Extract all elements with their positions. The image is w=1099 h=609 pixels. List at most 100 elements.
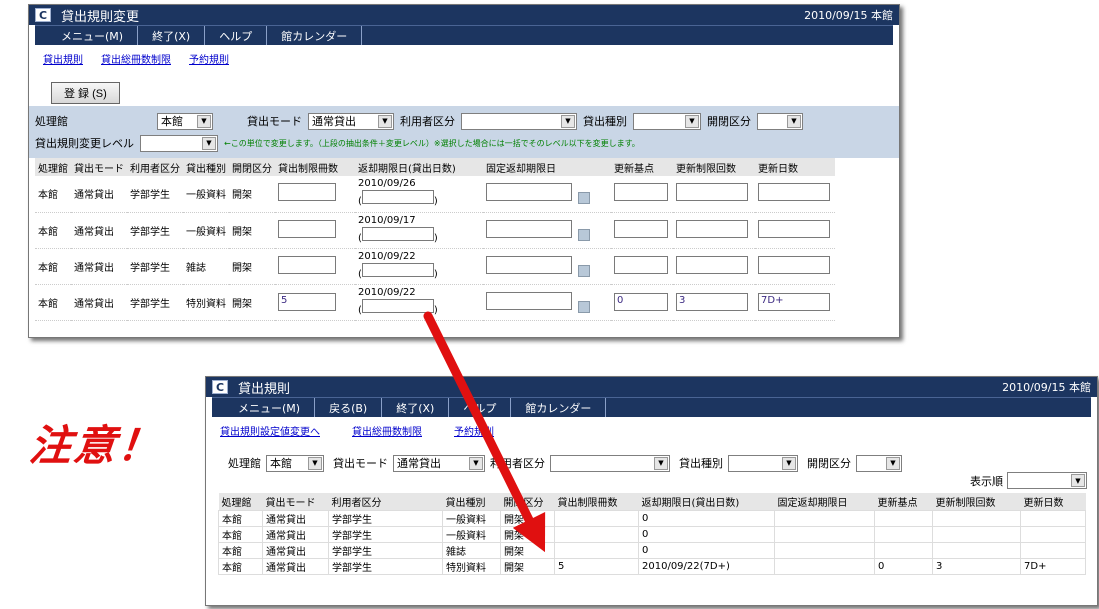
- table-row: 本館 通常貸出 学部学生 一般資料 開架 2010/09/17(): [35, 212, 835, 249]
- due-date: 2010/09/26: [358, 178, 416, 190]
- days-input[interactable]: [361, 262, 434, 277]
- cell-base: [874, 510, 933, 527]
- cell-user: 学部学生: [127, 248, 183, 285]
- days-input[interactable]: [361, 190, 434, 205]
- menu-item-menu[interactable]: メニュー(M): [224, 398, 316, 417]
- due-date: 2010/09/22: [358, 286, 416, 298]
- user-select[interactable]: ▼: [550, 454, 670, 472]
- fixed-date-input[interactable]: [486, 219, 572, 238]
- cell-limit: 5: [554, 558, 639, 575]
- menu-item-calendar[interactable]: 館カレンダー: [511, 398, 607, 417]
- chevron-down-icon: ▼: [378, 114, 392, 128]
- limit-input[interactable]: 5: [278, 293, 336, 311]
- link-edit-settings[interactable]: 貸出規則設定値変更へ: [220, 423, 320, 438]
- col-header: 貸出モード: [262, 493, 329, 511]
- cell-type: 雑誌: [442, 542, 501, 559]
- level-select[interactable]: ▼: [140, 134, 218, 152]
- cell-limit: [554, 542, 639, 559]
- col-header: 利用者区分: [328, 493, 443, 511]
- fixed-date-input[interactable]: [486, 183, 572, 202]
- proc-select[interactable]: 本館 ▼: [266, 454, 324, 472]
- menu-item-exit[interactable]: 終了(X): [138, 26, 206, 45]
- col-header: 貸出種別: [183, 158, 229, 176]
- cell-times: [932, 510, 1021, 527]
- menu-item-menu[interactable]: メニュー(M): [47, 26, 139, 45]
- base-input[interactable]: [614, 219, 668, 238]
- cell-user: 学部学生: [127, 284, 183, 321]
- days-count-input[interactable]: [758, 219, 830, 238]
- level-label: 貸出規則変更レベル: [35, 137, 134, 150]
- cell-limit: [554, 526, 639, 543]
- limit-input[interactable]: [278, 219, 336, 238]
- link-reserve-rules[interactable]: 予約規則: [454, 423, 494, 438]
- cell-shelf: 開架: [500, 510, 555, 527]
- menu-item-help[interactable]: ヘルプ: [205, 26, 268, 45]
- link-reserve-rules[interactable]: 予約規則: [189, 51, 229, 66]
- menu-item-exit[interactable]: 終了(X): [382, 398, 450, 417]
- cell-lib: 本館: [218, 510, 263, 527]
- table-row[interactable]: 本館 通常貸出 学部学生 一般資料 開架 0: [218, 526, 1086, 543]
- order-select[interactable]: ▼: [1007, 472, 1087, 489]
- times-input[interactable]: [676, 183, 748, 202]
- edit-table: 処理館 貸出モード 利用者区分 貸出種別 開閉区分 貸出制限冊数 返却期限日(貸…: [35, 158, 835, 321]
- type-label: 貸出種別: [679, 457, 723, 470]
- days-input[interactable]: [361, 226, 434, 241]
- calendar-icon[interactable]: [578, 264, 590, 277]
- fixed-date-input[interactable]: [486, 291, 572, 310]
- table-header-row: 処理館 貸出モード 利用者区分 貸出種別 開閉区分 貸出制限冊数 返却期限日(貸…: [218, 493, 1086, 511]
- base-input[interactable]: [614, 255, 668, 274]
- times-input[interactable]: 3: [676, 293, 748, 311]
- menu-item-help[interactable]: ヘルプ: [449, 398, 512, 417]
- cell-type: 雑誌: [183, 248, 229, 285]
- calendar-icon[interactable]: [578, 192, 590, 205]
- app-logo-icon: C: [212, 380, 228, 394]
- mode-select[interactable]: 通常貸出 ▼: [308, 112, 394, 130]
- filter-panel: 処理館 本館 ▼ 貸出モード 通常貸出 ▼ 利用者区分 ▼ 貸出種別 ▼ 開閉区分 …: [29, 106, 899, 158]
- days-count-input[interactable]: [758, 183, 830, 202]
- times-input[interactable]: [676, 219, 748, 238]
- menu-item-calendar[interactable]: 館カレンダー: [267, 26, 363, 45]
- cell-shelf: 開架: [500, 542, 555, 559]
- chevron-down-icon: ▼: [886, 456, 900, 470]
- table-row[interactable]: 本館 通常貸出 学部学生 一般資料 開架 0: [218, 510, 1086, 527]
- menu-item-back[interactable]: 戻る(B): [315, 398, 383, 417]
- chevron-down-icon: ▼: [202, 136, 216, 150]
- due-date: 2010/09/22: [358, 250, 416, 262]
- col-header: 処理館: [218, 493, 263, 511]
- link-loan-rules[interactable]: 貸出規則: [43, 51, 83, 66]
- type-select[interactable]: ▼: [633, 112, 701, 130]
- calendar-icon[interactable]: [578, 228, 590, 241]
- days-count-input[interactable]: 7D+: [758, 293, 830, 311]
- link-total-limit[interactable]: 貸出総冊数制限: [101, 51, 171, 66]
- link-total-limit[interactable]: 貸出総冊数制限: [352, 423, 422, 438]
- chevron-down-icon: ▼: [197, 114, 211, 128]
- cell-days: [1020, 526, 1086, 543]
- col-header: 貸出種別: [442, 493, 501, 511]
- register-button[interactable]: 登 録 (S): [51, 82, 120, 104]
- user-select[interactable]: ▼: [461, 112, 577, 130]
- times-input[interactable]: [676, 255, 748, 274]
- table-row[interactable]: 本館 通常貸出 学部学生 雑誌 開架 0: [218, 542, 1086, 559]
- cell-lib: 本館: [35, 212, 71, 249]
- limit-input[interactable]: [278, 255, 336, 274]
- user-label: 利用者区分: [490, 457, 545, 470]
- nav-links: 貸出規則 貸出総冊数制限 予約規則: [29, 45, 899, 72]
- calendar-icon[interactable]: [578, 300, 590, 313]
- table-row[interactable]: 本館 通常貸出 学部学生 特別資料 開架 5 2010/09/22(7D+) 0…: [218, 558, 1086, 575]
- shelf-select[interactable]: ▼: [757, 112, 803, 130]
- proc-select[interactable]: 本館 ▼: [157, 112, 213, 130]
- base-input[interactable]: [614, 183, 668, 202]
- type-select[interactable]: ▼: [728, 454, 798, 472]
- title-bar: C 貸出規則 2010/09/15 本館: [206, 377, 1097, 397]
- days-input[interactable]: [361, 298, 434, 313]
- mode-select[interactable]: 通常貸出 ▼: [393, 454, 485, 472]
- base-input[interactable]: 0: [614, 293, 668, 311]
- chevron-down-icon: ▼: [654, 456, 668, 470]
- fixed-date-input[interactable]: [486, 255, 572, 274]
- shelf-select[interactable]: ▼: [856, 454, 902, 472]
- cell-shelf: 開架: [229, 176, 275, 213]
- chevron-down-icon: ▼: [685, 114, 699, 128]
- days-count-input[interactable]: [758, 255, 830, 274]
- limit-input[interactable]: [278, 183, 336, 202]
- col-header: 更新基点: [611, 158, 673, 176]
